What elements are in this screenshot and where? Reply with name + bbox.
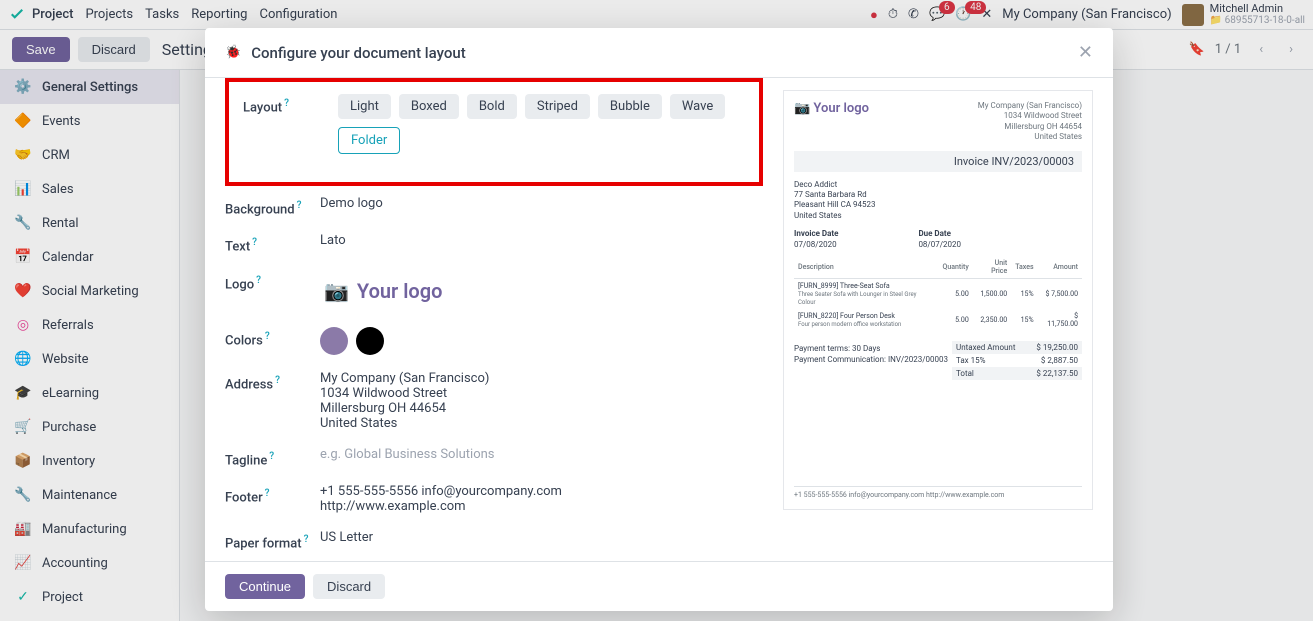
bug-icon[interactable]: 🐞 [225, 45, 241, 60]
close-icon[interactable]: ✕ [1078, 42, 1093, 63]
modal-title: Configure your document layout [251, 44, 466, 62]
color-swatch[interactable] [356, 327, 384, 355]
color-swatches [320, 327, 763, 355]
modal-overlay[interactable]: 🐞 Configure your document layout ✕ Layou… [0, 0, 1313, 621]
address-label: Address? [225, 371, 320, 392]
preview-footer: +1 555-555-5556 info@yourcompany.com htt… [794, 486, 1082, 499]
tagline-input[interactable]: e.g. Global Business Solutions [320, 447, 763, 462]
preview-logo: 📷 Your logo [794, 101, 869, 143]
document-preview: 📷 Your logo My Company (San Francisco)10… [783, 90, 1093, 510]
layout-label: Layout? [243, 94, 338, 115]
preview-title: Invoice INV/2023/00003 [794, 151, 1082, 172]
layout-highlight: Layout? Light Boxed Bold Striped Bubble Wave F… [225, 78, 763, 186]
paper-value[interactable]: US Letter [320, 530, 763, 545]
layout-option-striped[interactable]: Striped [525, 94, 590, 119]
layout-modal: 🐞 Configure your document layout ✕ Layou… [205, 28, 1113, 611]
layout-option-folder[interactable]: Folder [338, 127, 400, 154]
background-label: Background? [225, 196, 320, 217]
footer-value[interactable]: +1 555-555-5556 info@yourcompany.comhttp… [320, 484, 763, 514]
logo-label: Logo? [225, 271, 320, 292]
color-swatch[interactable] [320, 327, 348, 355]
modal-discard-button[interactable]: Discard [313, 574, 385, 599]
preview-table: DescriptionQuantityUnit PriceTaxesAmount… [794, 256, 1082, 331]
paper-label: Paper format? [225, 530, 320, 551]
layout-option-wave[interactable]: Wave [670, 94, 725, 119]
layout-option-bubble[interactable]: Bubble [598, 94, 662, 119]
text-value[interactable]: Lato [320, 233, 763, 248]
footer-label: Footer? [225, 484, 320, 505]
layout-option-light[interactable]: Light [338, 94, 391, 119]
text-label: Text? [225, 233, 320, 254]
layout-options: Light Boxed Bold Striped Bubble Wave Folder [338, 94, 745, 154]
background-value[interactable]: Demo logo [320, 196, 763, 211]
layout-option-bold[interactable]: Bold [467, 94, 517, 119]
logo-placeholder[interactable]: 📷 Your logo [320, 271, 446, 311]
camera-icon: 📷 [324, 279, 349, 303]
continue-button[interactable]: Continue [225, 574, 305, 599]
colors-label: Colors? [225, 327, 320, 348]
tagline-label: Tagline? [225, 447, 320, 468]
address-value[interactable]: My Company (San Francisco)1034 Wildwood … [320, 371, 763, 431]
layout-option-boxed[interactable]: Boxed [399, 94, 459, 119]
